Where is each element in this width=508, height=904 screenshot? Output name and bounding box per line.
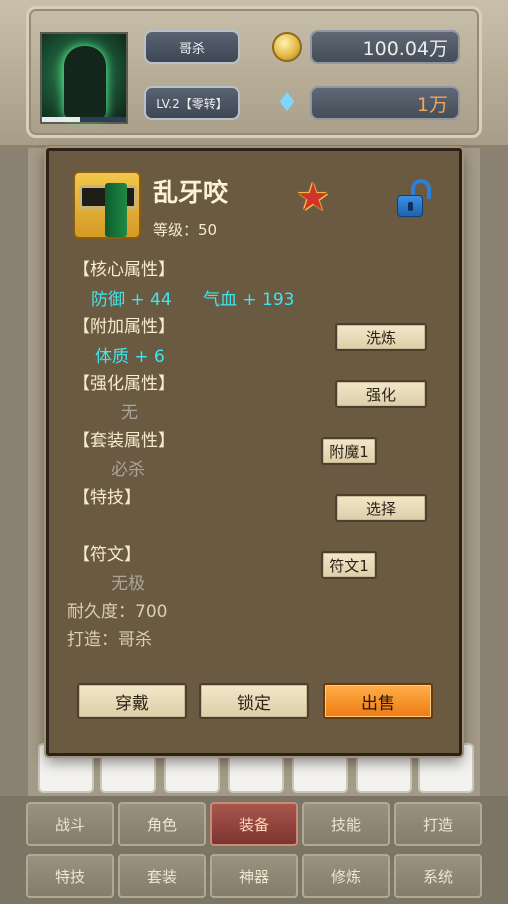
belt-sash — [105, 183, 127, 237]
core-attributes-heading: 【核心属性】 — [73, 260, 175, 280]
diamond-icon: ♦ — [275, 88, 299, 118]
star-icon: ★ — [295, 175, 331, 219]
character-silhouette — [64, 46, 106, 118]
gold-coin-icon — [272, 32, 302, 62]
nav-system[interactable]: 系统 — [394, 854, 482, 898]
core-attribute-defense: 防御 + 44 — [91, 290, 172, 310]
nav-battle[interactable]: 战斗 — [26, 802, 114, 846]
item-name: 乱牙咬 — [153, 178, 229, 207]
top-status-bar: 哥杀 LV.2【零转】 100.04万 ♦ 1万 — [0, 0, 508, 148]
nav-cultivation[interactable]: 修炼 — [302, 854, 390, 898]
belt-item-icon — [73, 171, 141, 239]
core-attribute-hp: 气血 + 193 — [203, 290, 295, 310]
set-attribute-value: 必杀 — [111, 460, 145, 480]
extra-attributes-heading: 【附加属性】 — [73, 317, 175, 337]
wear-button[interactable]: 穿戴 — [77, 683, 187, 719]
special-skill-heading: 【特技】 — [73, 488, 141, 508]
extra-attribute-constitution: 体质 + 6 — [95, 347, 165, 367]
select-skill-button[interactable]: 选择 — [335, 494, 427, 522]
hp-bar-fill — [42, 117, 80, 122]
nav-character[interactable]: 角色 — [118, 802, 206, 846]
durability: 耐久度：700 — [67, 602, 168, 622]
lock-body — [397, 195, 423, 217]
bottom-navigation: 战斗 角色 装备 技能 打造 特技 套装 神器 修炼 系统 — [0, 796, 508, 904]
lock-button[interactable]: 锁定 — [199, 683, 309, 719]
enhance-attribute-value: 无 — [121, 403, 138, 423]
enhance-attributes-heading: 【强化属性】 — [73, 374, 175, 394]
item-detail-dialog: 乱牙咬 等级：50 ★ 【核心属性】 防御 + 44 气血 + 193 【附加属… — [46, 148, 462, 756]
item-level: 等级：50 — [153, 221, 218, 239]
enchant-button[interactable]: 附魔1 — [321, 437, 377, 465]
player-name[interactable]: 哥杀 — [144, 30, 240, 64]
nav-skills[interactable]: 技能 — [302, 802, 390, 846]
gold-amount: 100.04万 — [310, 30, 460, 64]
sell-button[interactable]: 出售 — [323, 683, 433, 719]
refine-button[interactable]: 洗炼 — [335, 323, 427, 351]
rune-value: 无极 — [111, 574, 145, 594]
set-attributes-heading: 【套装属性】 — [73, 431, 175, 451]
hp-bar — [42, 117, 126, 122]
player-avatar[interactable] — [40, 32, 128, 124]
nav-artifacts[interactable]: 神器 — [210, 854, 298, 898]
nav-special-skills[interactable]: 特技 — [26, 854, 114, 898]
nav-equipment[interactable]: 装备 — [210, 802, 298, 846]
rune-heading: 【符文】 — [73, 545, 141, 565]
nav-sets[interactable]: 套装 — [118, 854, 206, 898]
unlock-icon[interactable] — [395, 179, 435, 219]
crafter: 打造：哥杀 — [67, 630, 152, 650]
nav-crafting[interactable]: 打造 — [394, 802, 482, 846]
player-level[interactable]: LV.2【零转】 — [144, 86, 240, 120]
diamond-amount: 1万 — [310, 86, 460, 120]
rune-button[interactable]: 符文1 — [321, 551, 377, 579]
enhance-button[interactable]: 强化 — [335, 380, 427, 408]
